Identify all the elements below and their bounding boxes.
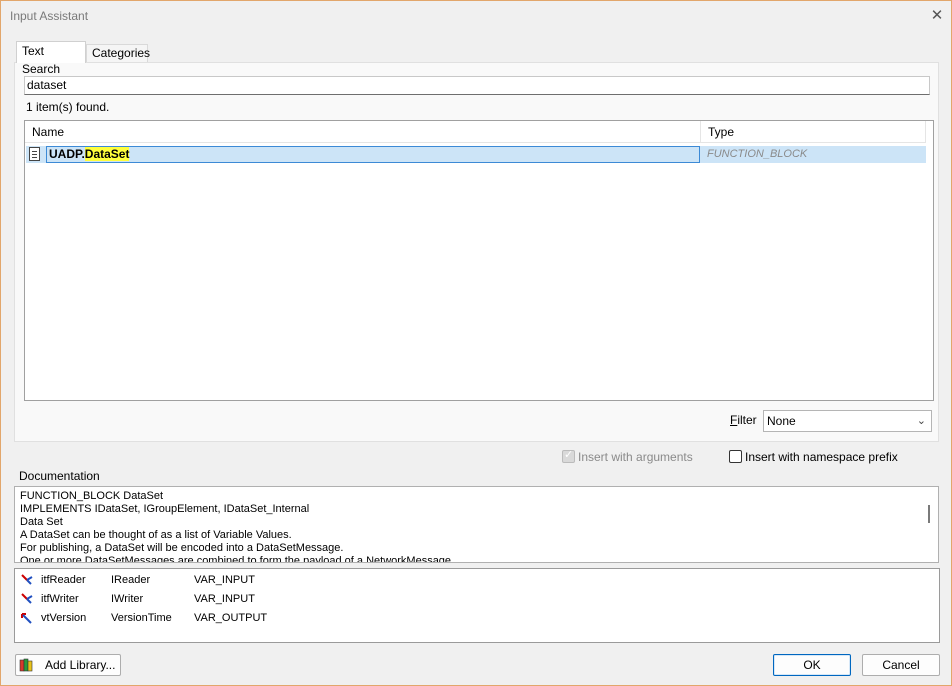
table-row[interactable]: UADP.DataSet FUNCTION_BLOCK (26, 146, 926, 163)
var-name: itfWriter (41, 593, 79, 605)
library-books-icon (19, 658, 33, 672)
var-kind: VAR_OUTPUT (194, 612, 268, 624)
var-name: itfReader (41, 574, 86, 586)
list-item[interactable]: vtVersion VersionTime VAR_OUTPUT (15, 609, 935, 628)
var-type: VersionTime (111, 612, 172, 624)
filter-label-rest: ilter (737, 413, 757, 427)
scrollbar-thumb[interactable] (928, 505, 930, 523)
add-library-label: Add Library... (45, 658, 116, 672)
row-name-match: DataSet (84, 147, 130, 161)
result-count: 1 item(s) found. (26, 100, 110, 114)
row-name-prefix: UADP. (49, 147, 85, 161)
title-bar: Input Assistant ✕ (1, 1, 951, 31)
doc-line: IMPLEMENTS IDataSet, IGroupElement, IDat… (20, 503, 310, 515)
doc-line: Data Set (20, 516, 63, 528)
list-item[interactable]: itfReader IReader VAR_INPUT (15, 571, 935, 590)
document-icon (29, 147, 40, 161)
input-var-icon (21, 593, 33, 604)
output-var-icon (21, 613, 32, 624)
variables-list[interactable]: itfReader IReader VAR_INPUT itfWriter IW… (14, 568, 940, 643)
window-title: Input Assistant (10, 9, 89, 23)
filter-value: None (767, 414, 796, 428)
insert-with-namespace-checkbox[interactable] (729, 450, 742, 463)
documentation-scrollbar[interactable] (922, 487, 938, 562)
column-header-name[interactable]: Name (25, 121, 701, 143)
input-var-icon (21, 574, 33, 585)
doc-line: FUNCTION_BLOCK DataSet (20, 490, 164, 502)
var-kind: VAR_INPUT (194, 574, 255, 586)
var-kind: VAR_INPUT (194, 593, 255, 605)
tab-text-search[interactable]: Text Search (16, 41, 86, 76)
doc-line: For publishing, a DataSet will be encode… (20, 542, 344, 554)
doc-line: One or more DataSetMessages are combined… (20, 555, 455, 563)
row-name: UADP.DataSet (46, 146, 700, 163)
var-type: IReader (111, 574, 151, 586)
close-icon[interactable]: ✕ (927, 6, 947, 26)
var-type: IWriter (111, 593, 144, 605)
column-header-type[interactable]: Type (701, 121, 926, 143)
doc-line: A DataSet can be thought of as a list of… (20, 529, 292, 541)
search-input[interactable]: dataset (24, 76, 930, 95)
results-list[interactable]: Name Type UADP.DataSet FUNCTION_BLOCK (24, 120, 934, 401)
input-assistant-window: Input Assistant ✕ Text Search Categories… (0, 0, 952, 686)
filter-label: Filter (730, 413, 757, 427)
documentation-label: Documentation (19, 469, 100, 483)
filter-select[interactable]: None ⌄ (763, 410, 932, 432)
tab-categories[interactable]: Categories (86, 44, 150, 62)
insert-with-arguments-checkbox[interactable] (562, 448, 575, 463)
documentation-text: FUNCTION_BLOCK DataSet IMPLEMENTS IDataS… (20, 490, 455, 563)
add-library-button[interactable]: Add Library... (15, 654, 121, 676)
insert-with-arguments-label: Insert with arguments (578, 450, 693, 464)
row-type: FUNCTION_BLOCK (707, 148, 808, 160)
documentation-box[interactable]: FUNCTION_BLOCK DataSet IMPLEMENTS IDataS… (14, 486, 939, 563)
cancel-button[interactable]: Cancel (862, 654, 940, 676)
var-name: vtVersion (41, 612, 87, 624)
insert-with-namespace-label: Insert with namespace prefix (745, 450, 898, 464)
chevron-down-icon: ⌄ (916, 415, 926, 427)
ok-button[interactable]: OK (773, 654, 851, 676)
list-item[interactable]: itfWriter IWriter VAR_INPUT (15, 590, 935, 609)
